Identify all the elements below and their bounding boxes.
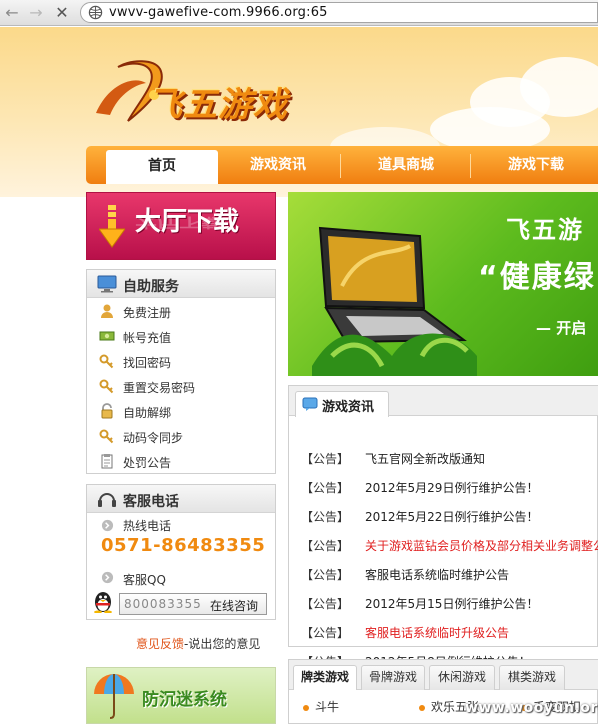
url-text: vwvv-gawefive-com.9966.org:65 bbox=[109, 5, 328, 20]
qq-penguin-icon bbox=[94, 592, 112, 613]
monitor-icon bbox=[97, 275, 117, 293]
hotline-number: 0571-86483355 bbox=[101, 535, 266, 556]
close-icon[interactable]: ✕ bbox=[52, 3, 72, 23]
service-item-token-sync[interactable]: 动码令同步 bbox=[87, 423, 275, 448]
laptop-illustration bbox=[312, 226, 477, 376]
arrow-right-circle-icon bbox=[101, 571, 114, 584]
news-row[interactable]: 【公告】 2012年5月22日例行维护公告！ bbox=[289, 506, 598, 526]
nav-item-download[interactable]: 游戏下载 bbox=[474, 146, 598, 184]
self-service-panel: 自助服务 免费注册 帐号充值 找回密码 重置交易密码 自助解绑 动码令同步 处罚… bbox=[86, 269, 276, 474]
service-item-reset-trade-password[interactable]: 重置交易密码 bbox=[87, 373, 275, 398]
user-icon bbox=[101, 304, 113, 318]
game-tab-bar: 牌类游戏 骨牌游戏 休闲游戏 棋类游戏 bbox=[289, 660, 598, 690]
service-item-register[interactable]: 免费注册 bbox=[87, 298, 275, 323]
browser-address-bar: ← → ✕ vwvv-gawefive-com.9966.org:65 bbox=[0, 0, 598, 26]
feedback-text: -说出您的意见 bbox=[184, 637, 261, 651]
page: 飞五游戏 首页 游戏资讯 道具商城 游戏下载 大厅下载 大厅下载 自助服务 免费… bbox=[0, 27, 598, 724]
anti-addiction-label: 防沉迷系统 bbox=[142, 690, 227, 710]
feedback-line: 意见反馈-说出您的意见 bbox=[136, 635, 260, 652]
url-field[interactable]: vwvv-gawefive-com.9966.org:65 bbox=[80, 2, 598, 23]
tab-card-games[interactable]: 牌类游戏 bbox=[293, 665, 357, 690]
news-row[interactable]: 【公告】 关于游戏蓝钻会员价格及部分相关业务调整公 bbox=[289, 535, 598, 555]
feedback-link[interactable]: 意见反馈 bbox=[136, 637, 184, 651]
game-item[interactable]: 斗牛 bbox=[303, 698, 339, 715]
self-service-title: 自助服务 bbox=[123, 279, 179, 295]
money-icon bbox=[99, 331, 115, 341]
promo-slogan: “健康绿 bbox=[478, 260, 596, 295]
tab-game-news-label: 游戏资讯 bbox=[322, 400, 375, 415]
promo-title: 飞五游 bbox=[506, 216, 584, 244]
self-service-header: 自助服务 bbox=[87, 270, 275, 298]
nav-item-news[interactable]: 游戏资讯 bbox=[218, 146, 338, 184]
download-banner-reflection: 大厅下载 bbox=[135, 214, 224, 230]
customer-service-panel: 客服电话 热线电话 0571-86483355 客服QQ 800083355 在… bbox=[86, 484, 276, 620]
game-bullet-icon bbox=[419, 704, 425, 711]
news-row[interactable]: 【公告】 客服电话系统临时升级公告 bbox=[289, 622, 598, 642]
news-row[interactable]: 【公告】 飞五官网全新改版通知 bbox=[289, 448, 598, 468]
key-icon bbox=[99, 379, 114, 394]
service-item-unbind[interactable]: 自助解绑 bbox=[87, 398, 275, 423]
tab-domino-games[interactable]: 骨牌游戏 bbox=[361, 665, 425, 690]
umbrella-icon bbox=[94, 674, 134, 719]
service-item-penalty-notice[interactable]: 处罚公告 bbox=[87, 448, 275, 473]
forward-arrow-icon[interactable]: → bbox=[26, 3, 46, 23]
hotline-label: 热线电话 bbox=[123, 519, 172, 533]
back-arrow-icon[interactable]: ← bbox=[2, 3, 22, 23]
chat-bubble-icon bbox=[302, 397, 318, 411]
download-arrow-icon bbox=[99, 205, 125, 248]
nav-item-shop[interactable]: 道具商城 bbox=[344, 146, 468, 184]
main-nav: 首页 游戏资讯 道具商城 游戏下载 bbox=[86, 146, 598, 184]
news-tab-bar: 游戏资讯 bbox=[289, 386, 598, 417]
lock-icon bbox=[101, 403, 113, 419]
news-row[interactable]: 【公告】 客服电话系统临时维护公告 bbox=[289, 564, 598, 584]
tab-casual-games[interactable]: 休闲游戏 bbox=[429, 665, 495, 690]
clipboard-icon bbox=[101, 454, 113, 469]
qq-label: 客服QQ bbox=[123, 573, 166, 587]
customer-service-header: 客服电话 bbox=[87, 485, 275, 513]
online-consult-label: 在线咨询 bbox=[210, 599, 259, 613]
headset-icon bbox=[98, 493, 116, 507]
service-item-recover-password[interactable]: 找回密码 bbox=[87, 348, 275, 373]
logo-text: 飞五游戏 bbox=[148, 85, 288, 125]
game-bullet-icon bbox=[303, 704, 309, 711]
watermark: www.wooyun.org bbox=[465, 700, 598, 716]
anti-addiction-banner[interactable]: 防沉迷系统 bbox=[86, 667, 276, 724]
service-item-recharge[interactable]: 帐号充值 bbox=[87, 323, 275, 348]
tab-game-news[interactable]: 游戏资讯 bbox=[295, 391, 389, 417]
news-row[interactable]: 【公告】 2012年5月15日例行维护公告！ bbox=[289, 593, 598, 613]
news-panel: 游戏资讯 【公告】 飞五官网全新改版通知 【公告】 2012年5月29日例行维护公告… bbox=[288, 385, 598, 669]
promo-subtitle: — 开启 bbox=[536, 319, 587, 337]
key-icon bbox=[99, 354, 114, 369]
arrow-right-circle-icon bbox=[101, 519, 114, 532]
promo-banner[interactable]: 飞五游 “健康绿 — 开启 bbox=[288, 192, 598, 376]
globe-icon bbox=[88, 5, 103, 20]
qq-consult-button[interactable]: 800083355 在线咨询 bbox=[119, 593, 267, 615]
nav-item-home[interactable]: 首页 bbox=[106, 150, 218, 184]
news-row[interactable]: 【公告】 2012年5月29日例行维护公告！ bbox=[289, 477, 598, 497]
key-icon bbox=[99, 429, 114, 444]
tab-board-games[interactable]: 棋类游戏 bbox=[499, 665, 565, 690]
customer-service-title: 客服电话 bbox=[123, 494, 179, 510]
download-client-banner[interactable]: 大厅下载 大厅下载 bbox=[86, 192, 276, 260]
qq-number: 800083355 bbox=[124, 597, 202, 611]
